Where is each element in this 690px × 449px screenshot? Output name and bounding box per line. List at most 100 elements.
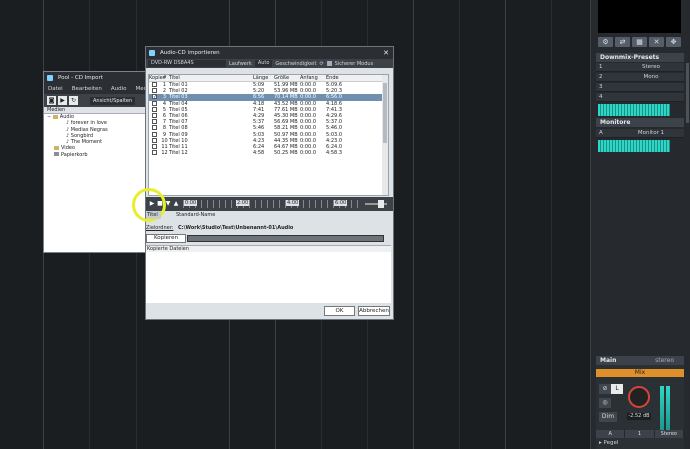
secure-mode-checkbox[interactable] [326, 61, 332, 66]
audio-file-icon: ♪ [66, 139, 70, 146]
checkbox[interactable] [152, 100, 157, 106]
clip-icon[interactable]: ◎ [599, 398, 611, 408]
media-column-header[interactable]: Medien [44, 107, 150, 114]
cubase-logo-icon [149, 50, 155, 56]
play-icon[interactable]: ▶ [148, 199, 156, 208]
column-header[interactable]: Länge [253, 75, 274, 81]
level-knob[interactable] [628, 386, 650, 408]
marker-end-icon[interactable]: ▲ [172, 199, 180, 208]
column-header[interactable]: Anfang [300, 75, 326, 81]
scrollbar-thumb[interactable] [383, 83, 387, 143]
ok-button[interactable]: OK [324, 306, 355, 316]
refresh-icon[interactable]: ⟳ [319, 61, 323, 67]
destination-path: C:\Work\Studio\Test\Unbenannt-01\Audio [178, 225, 294, 231]
scrollbar[interactable] [382, 75, 388, 195]
timeline-label: 2:00 [236, 200, 250, 206]
marker-icon[interactable]: ▼ [164, 199, 172, 208]
checkbox[interactable] [152, 125, 157, 131]
info-icon[interactable]: ◙ [47, 96, 56, 105]
timeline-label: 4:00 [286, 200, 300, 206]
checkbox[interactable]: ✓ [152, 94, 157, 100]
expand-icon[interactable]: − [47, 114, 51, 120]
setup-icon[interactable]: ⚙ [598, 37, 613, 47]
footer-stereo[interactable]: Stereo [654, 430, 684, 438]
speed-select[interactable]: Auto [254, 60, 273, 67]
checkbox[interactable] [152, 82, 157, 87]
footer-a[interactable]: A [596, 430, 626, 438]
menu-edit[interactable]: Bearbeiten [72, 84, 102, 94]
move-icon[interactable]: ✥ [666, 37, 681, 47]
level-meter [598, 110, 670, 116]
audio-file-icon: ♪ [66, 126, 70, 133]
column-header[interactable]: Kopie [149, 75, 163, 81]
drive-bar: DVD-RW DS8A4S Laufwerk Auto Geschwindigk… [146, 59, 393, 68]
footer-1[interactable]: 1 [625, 430, 655, 438]
main-label: Main [600, 357, 617, 364]
checkbox[interactable] [152, 119, 157, 125]
row-value: Monitor 1 [637, 130, 665, 136]
name-field-label[interactable]: Titel [146, 211, 161, 219]
monitor-header-label: Monitore [600, 119, 631, 126]
table-row[interactable]: 12 Titel 12 4:58 50.25 MB 0:00.0 4:58.3 [149, 150, 388, 156]
downmix-row[interactable]: 1 Stereo [596, 63, 684, 72]
dialog-titlebar[interactable]: Audio-CD importieren ✕ [146, 47, 393, 59]
downmix-row[interactable]: 4 [596, 93, 684, 102]
destination-label[interactable]: Zielordner: [146, 225, 173, 231]
drive-select[interactable]: DVD-RW DS8A4S [148, 60, 226, 67]
play-icon[interactable]: ▶ [58, 96, 67, 105]
checkbox[interactable] [152, 112, 157, 118]
column-header[interactable]: Größe [274, 75, 300, 81]
checkbox[interactable] [152, 150, 157, 156]
downmix-header[interactable]: Downmix-Presets [596, 53, 684, 62]
row-number: 4 [599, 94, 603, 100]
loop-icon[interactable]: ↻ [69, 96, 78, 105]
tree-item-label: Papierkorb [61, 151, 88, 158]
checkbox[interactable] [152, 88, 157, 94]
tree-item-label: Medias Negras [70, 126, 108, 133]
timeline-label: 6:00 [334, 200, 348, 206]
column-header[interactable]: Ende [326, 75, 352, 81]
lock-button[interactable]: L [611, 384, 623, 394]
checkbox[interactable] [152, 131, 157, 137]
tool-icon[interactable]: ✕ [649, 37, 664, 47]
name-field-value[interactable]: Standard-Name [176, 211, 215, 220]
downmix-row[interactable]: 3 [596, 83, 684, 92]
cubase-logo-icon [47, 75, 53, 81]
level-readout[interactable]: -2.52 dB [627, 413, 651, 420]
mix-label[interactable]: Mix [596, 369, 684, 377]
monitor-header[interactable]: Monitore [596, 118, 684, 127]
stop-icon[interactable]: ■ [156, 199, 164, 208]
menu-file[interactable]: Datei [48, 84, 63, 94]
folder-icon [52, 114, 58, 119]
checkbox[interactable] [152, 143, 157, 149]
pool-titlebar[interactable]: Pool - CD Import [44, 72, 150, 84]
scrollbar[interactable] [686, 63, 689, 123]
listen-icon[interactable]: ⊘ [599, 384, 611, 394]
grid-icon[interactable]: ▦ [632, 37, 647, 47]
level-meter [660, 386, 664, 436]
view-columns-select[interactable]: Ansicht/Spalten [90, 96, 136, 105]
column-header[interactable]: Titel [169, 75, 253, 81]
track-end: 4:58.3 [326, 150, 342, 157]
checkbox[interactable] [152, 137, 157, 143]
menu-audio[interactable]: Audio [111, 84, 127, 94]
row-number: 1 [599, 64, 603, 70]
tree-item-label: The Moment [70, 139, 103, 146]
cancel-button[interactable]: Abbrechen [358, 306, 390, 316]
downmix-row[interactable]: 2 Mono [596, 73, 684, 82]
column-header[interactable]: # [160, 75, 169, 81]
pool-window: Pool - CD Import Datei Bearbeiten Audio … [43, 71, 156, 253]
copy-checkbox[interactable] [149, 150, 160, 156]
tree-item[interactable]: Papierkorb [44, 152, 150, 158]
row-value: Stereo [642, 64, 660, 70]
monitor-row[interactable]: A Monitor 1 [596, 129, 684, 138]
route-icon[interactable]: ⇄ [615, 37, 630, 47]
grid-line [551, 0, 552, 449]
volume-slider-handle[interactable] [378, 200, 384, 208]
close-icon[interactable]: ✕ [383, 47, 389, 59]
copy-button[interactable]: Kopieren [146, 234, 186, 243]
dim-button[interactable]: Dim [599, 412, 617, 422]
checkbox[interactable] [152, 106, 157, 112]
right-zone-toolbar: ⚙ ⇄ ▦ ✕ ✥ [598, 37, 681, 47]
folder-icon [54, 145, 59, 150]
